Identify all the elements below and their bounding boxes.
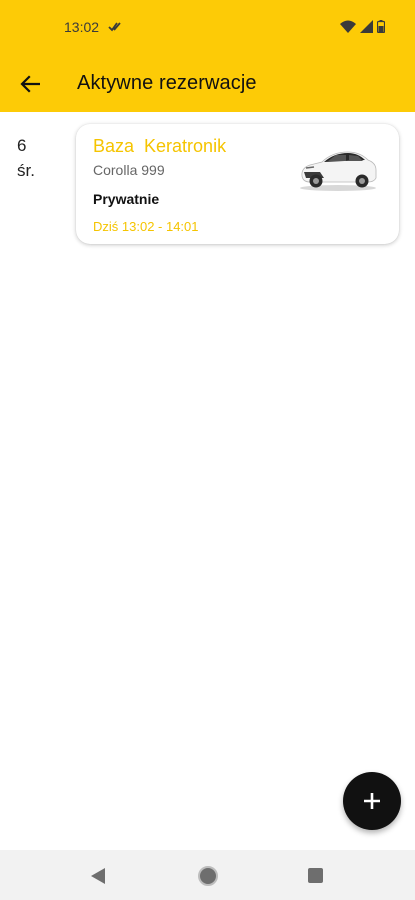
- plus-icon: [364, 793, 380, 809]
- arrow-left-icon: [20, 75, 40, 93]
- add-reservation-button[interactable]: [343, 772, 401, 830]
- system-nav-bar: [0, 850, 415, 900]
- date-label: 6 śr.: [17, 133, 57, 183]
- nav-home-icon[interactable]: [198, 866, 218, 886]
- header-area: 13:02 Aktywne rezerwacje: [0, 0, 415, 112]
- app-bar: Aktywne rezerwacje: [0, 56, 415, 112]
- nav-recents-icon[interactable]: [308, 868, 323, 883]
- check-icon: [108, 22, 121, 32]
- status-time: 13:02: [64, 19, 100, 35]
- wifi-icon: [340, 20, 356, 33]
- back-button[interactable]: [16, 70, 44, 98]
- page-title: Aktywne rezerwacje: [77, 72, 257, 94]
- reservation-type: Prywatnie: [93, 191, 160, 207]
- reservation-location: Baza Keratronik: [93, 136, 227, 156]
- date-weekday: śr.: [17, 161, 35, 180]
- nav-back-icon[interactable]: [90, 867, 106, 885]
- reservation-car: Corolla 999: [93, 162, 165, 178]
- reservation-time: Dziś 13:02 - 14:01: [93, 219, 199, 234]
- status-bar: 13:02: [0, 0, 415, 56]
- status-icons: [340, 20, 385, 33]
- signal-icon: [360, 20, 373, 33]
- battery-icon: [377, 20, 385, 33]
- date-day: 6: [17, 136, 27, 155]
- reservation-card[interactable]: Baza Keratronik Corolla 999 Prywatnie Dz…: [76, 124, 399, 244]
- car-image: [300, 151, 377, 191]
